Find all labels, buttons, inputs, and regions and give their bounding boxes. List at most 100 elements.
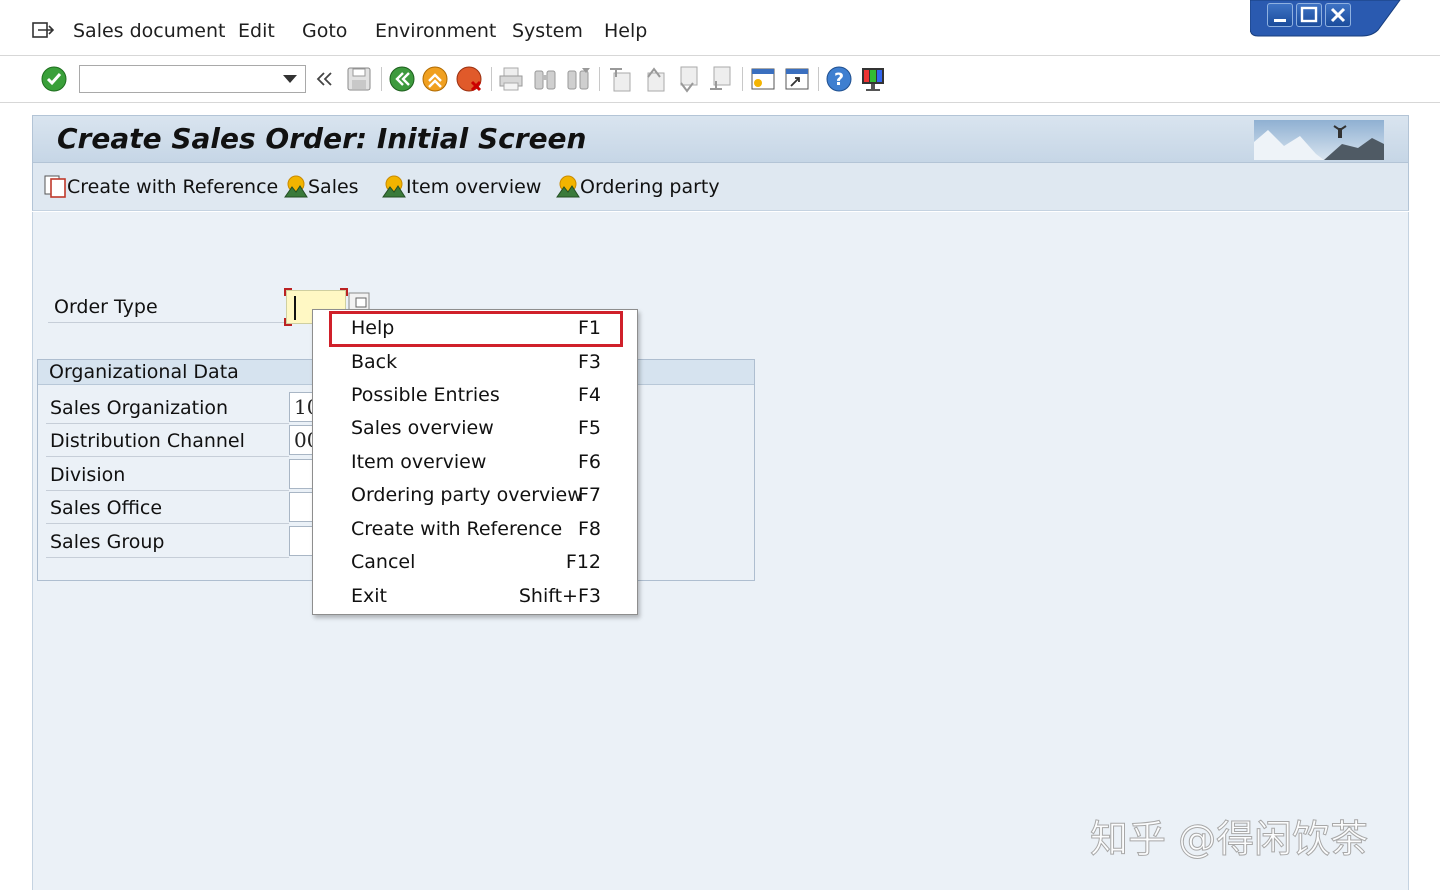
screen-title-bar: Create Sales Order: Initial Screen xyxy=(32,115,1409,163)
toolbar-separator xyxy=(742,67,743,91)
context-menu-item-item-overview[interactable]: Item overview F6 xyxy=(313,446,637,479)
menu-environment[interactable]: Environment xyxy=(375,20,496,42)
menu-item-label: Sales overview xyxy=(351,417,494,439)
menu-item-label: Item overview xyxy=(351,451,487,473)
mountain-climber-image xyxy=(1254,120,1384,160)
customize-layout-icon[interactable] xyxy=(859,65,887,93)
division-label: Division xyxy=(50,464,126,486)
item-overview-button[interactable]: Item overview xyxy=(382,173,541,201)
overview-mountain-icon xyxy=(556,175,580,198)
watermark: 知乎 @得闲饮茶 xyxy=(1089,817,1369,862)
label-underline xyxy=(46,523,289,524)
maximize-icon xyxy=(1300,6,1318,23)
context-menu-item-create-with-reference[interactable]: Create with Reference F8 xyxy=(313,513,637,546)
menu-expand-icon[interactable] xyxy=(32,22,54,40)
context-menu: Help F1 Back F3 Possible Entries F4 Sale… xyxy=(312,309,638,615)
toolbar-separator xyxy=(599,67,600,91)
minimize-icon xyxy=(1274,19,1286,22)
distribution-channel-label: Distribution Channel xyxy=(50,430,245,452)
minimize-button[interactable] xyxy=(1267,3,1293,27)
context-menu-item-back[interactable]: Back F3 xyxy=(313,346,637,379)
toolbar-separator xyxy=(381,67,382,91)
group-title: Organizational Data xyxy=(49,361,239,383)
menu-item-label: Cancel xyxy=(351,551,416,573)
menu-item-label: Ordering party overview xyxy=(351,484,583,506)
find-next-icon[interactable] xyxy=(564,65,592,93)
first-page-icon[interactable] xyxy=(606,65,634,93)
context-menu-item-ordering-party-overview[interactable]: Ordering party overview F7 xyxy=(313,479,637,512)
menu-item-label: Exit xyxy=(351,585,387,607)
close-icon xyxy=(1330,7,1346,23)
sales-organization-label: Sales Organization xyxy=(50,397,229,419)
enter-icon[interactable] xyxy=(40,65,68,93)
context-menu-item-exit[interactable]: Exit Shift+F3 xyxy=(313,580,637,613)
label-underline xyxy=(46,423,289,424)
menu-item-label: Possible Entries xyxy=(351,384,500,406)
previous-page-icon[interactable] xyxy=(640,65,668,93)
context-menu-item-possible-entries[interactable]: Possible Entries F4 xyxy=(313,379,637,412)
find-icon[interactable] xyxy=(531,65,559,93)
new-session-icon[interactable] xyxy=(749,65,777,93)
standard-toolbar: ? xyxy=(0,57,1440,103)
help-icon[interactable]: ? xyxy=(825,65,853,93)
svg-text:?: ? xyxy=(834,70,844,90)
focus-corner xyxy=(340,288,348,296)
label-underline xyxy=(46,456,289,457)
last-page-icon[interactable] xyxy=(706,65,734,93)
menu-item-shortcut: F7 xyxy=(577,484,601,506)
order-type-label: Order Type xyxy=(54,296,158,318)
toolbar-separator xyxy=(491,67,492,91)
ordering-party-button[interactable]: Ordering party xyxy=(556,173,720,201)
menu-item-label: Create with Reference xyxy=(351,518,563,540)
context-menu-item-help[interactable]: Help F1 xyxy=(313,311,637,347)
overview-mountain-icon xyxy=(284,175,308,198)
sales-office-label: Sales Office xyxy=(50,497,163,519)
next-page-icon[interactable] xyxy=(673,65,701,93)
command-field[interactable] xyxy=(79,65,306,93)
menu-item-shortcut: F5 xyxy=(577,417,601,439)
menu-sales-document[interactable]: Sales document xyxy=(73,20,225,42)
save-icon[interactable] xyxy=(345,65,373,93)
menu-item-shortcut: F6 xyxy=(577,451,601,473)
menu-item-label: Back xyxy=(351,351,398,373)
context-menu-item-cancel[interactable]: Cancel F12 xyxy=(313,546,637,579)
shortcut-icon[interactable] xyxy=(783,65,811,93)
create-with-reference-button[interactable]: Create with Reference xyxy=(43,173,278,201)
create-with-reference-label: Create with Reference xyxy=(67,176,279,198)
menu-item-shortcut: F8 xyxy=(577,518,601,540)
item-overview-label: Item overview xyxy=(406,176,542,198)
sales-group-label: Sales Group xyxy=(50,531,165,553)
ordering-party-label: Ordering party xyxy=(580,176,720,198)
maximize-button[interactable] xyxy=(1296,3,1322,27)
sales-label: Sales xyxy=(308,176,359,198)
menu-item-shortcut: F4 xyxy=(577,384,601,406)
menu-item-shortcut: F12 xyxy=(565,551,601,573)
focus-corner xyxy=(284,318,292,326)
menu-item-label: Help xyxy=(351,317,395,339)
menu-bar: Sales document Edit Goto Environment Sys… xyxy=(0,0,1440,56)
menu-system[interactable]: System xyxy=(512,20,583,42)
back-icon[interactable] xyxy=(388,65,416,93)
menu-help[interactable]: Help xyxy=(604,20,647,42)
application-toolbar: Create with Reference Sales Item overvie… xyxy=(32,163,1409,211)
chevron-down-icon[interactable] xyxy=(283,75,297,83)
focus-corner xyxy=(284,288,292,296)
label-underline xyxy=(46,557,289,558)
menu-item-shortcut: Shift+F3 xyxy=(518,585,601,607)
sales-button[interactable]: Sales xyxy=(284,173,359,201)
menu-goto[interactable]: Goto xyxy=(302,20,347,42)
menu-edit[interactable]: Edit xyxy=(238,20,275,42)
text-cursor xyxy=(294,296,296,320)
overview-mountain-icon xyxy=(382,175,406,198)
copy-document-icon xyxy=(44,175,66,198)
context-menu-item-sales-overview[interactable]: Sales overview F5 xyxy=(313,412,637,445)
exit-icon[interactable] xyxy=(421,65,449,93)
print-icon[interactable] xyxy=(497,65,525,93)
label-underline xyxy=(46,490,289,491)
page-title: Create Sales Order: Initial Screen xyxy=(57,122,587,155)
cancel-icon[interactable] xyxy=(455,65,483,93)
back-nav-icon[interactable] xyxy=(312,65,338,93)
menu-item-shortcut: F1 xyxy=(577,317,601,339)
close-button[interactable] xyxy=(1325,3,1351,27)
menu-item-shortcut: F3 xyxy=(577,351,601,373)
